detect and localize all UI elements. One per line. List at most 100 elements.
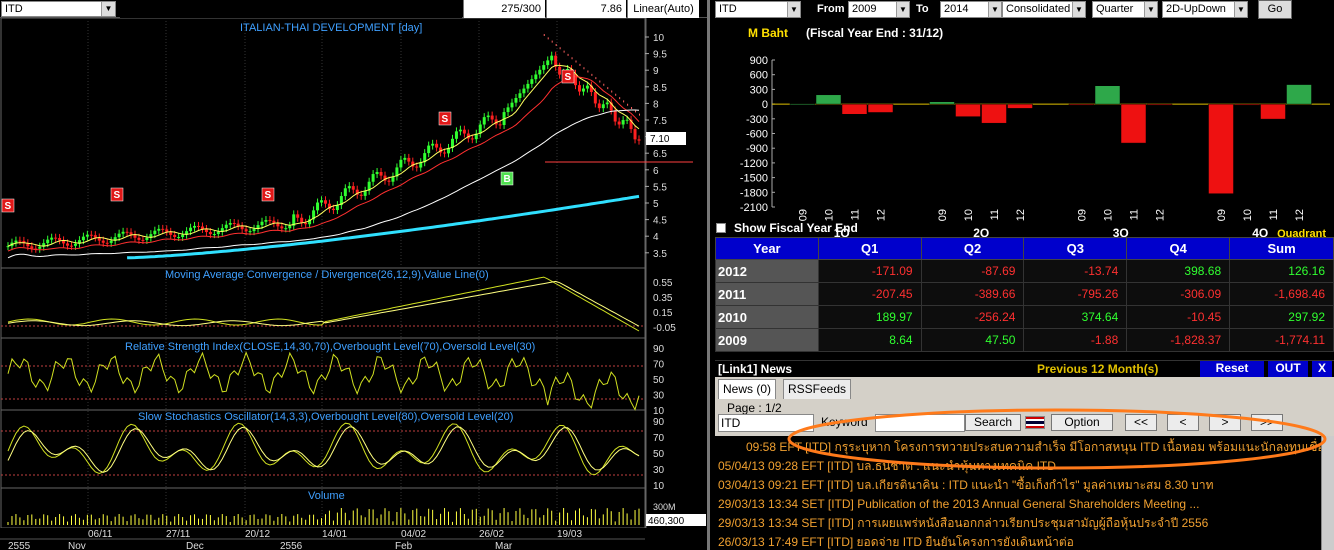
quarter-group-label: 3Q — [1113, 226, 1129, 237]
candle-body — [288, 225, 292, 229]
go-button[interactable]: Go — [1258, 0, 1292, 19]
profit-bar — [1208, 103, 1234, 194]
date-tick-label: 04/02 — [401, 529, 426, 540]
candle-body — [157, 228, 161, 231]
tab-news[interactable]: News (0) — [718, 379, 777, 399]
candle-body — [633, 129, 637, 140]
reset-button[interactable]: Reset — [1200, 361, 1264, 377]
candle-body — [50, 237, 54, 240]
x-tick-label: 10 — [963, 209, 975, 221]
date-tick-label: 27/11 — [166, 529, 191, 540]
candle-body — [316, 202, 320, 211]
macd-tick-label: 0.35 — [653, 293, 673, 304]
y-tick-label: 0 — [762, 99, 768, 111]
col-sum[interactable]: Sum — [1229, 237, 1334, 260]
table-header-row: Year Q1 Q2 Q3 Q4 Sum — [715, 237, 1334, 260]
highlight-ellipse — [787, 408, 1327, 470]
candle-body — [514, 97, 518, 103]
list-item[interactable]: 26/03/13 17:49 EFT [ITD] ยอดจ่าย ITD ยืน… — [718, 533, 1321, 550]
x-tick-label: 11 — [1129, 209, 1141, 220]
chevron-down-icon[interactable]: ▼ — [1234, 2, 1247, 17]
chart-toolbar: ITD ▼ 275/300 7.86 Linear(Auto) — [0, 0, 707, 18]
date-tick-label: 14/01 — [322, 529, 347, 540]
technical-chart-canvas[interactable]: 109.598.587.576.565.554.543.57.10SSSSSB0… — [0, 18, 707, 550]
sum-cell: 126.16 — [1229, 259, 1334, 283]
panel-frame — [0, 18, 647, 269]
to-year-select[interactable]: 2014 ▼ — [940, 1, 1002, 18]
sell-signal-label: S — [442, 114, 449, 125]
col-q4[interactable]: Q4 — [1126, 237, 1231, 260]
price-marker-label: 7.10 — [650, 134, 670, 145]
candle-body — [14, 240, 18, 243]
candle-body — [232, 223, 236, 225]
stochastic-tick-label: 90 — [653, 417, 665, 428]
candle-body — [212, 234, 216, 236]
out-button[interactable]: OUT — [1268, 361, 1308, 377]
candle-body — [89, 234, 93, 236]
period-select[interactable]: Quarter ▼ — [1092, 1, 1158, 18]
q4-cell: -10.45 — [1126, 305, 1231, 329]
chevron-down-icon[interactable]: ▼ — [1072, 2, 1085, 17]
chart-style-select[interactable]: 2D-UpDown ▼ — [1162, 1, 1248, 18]
chevron-down-icon[interactable]: ▼ — [787, 2, 800, 17]
symbol-select[interactable]: ITD ▼ — [1, 1, 116, 17]
candle-body — [117, 233, 121, 238]
fin-symbol-select[interactable]: ITD ▼ — [715, 1, 801, 18]
chevron-down-icon[interactable]: ▼ — [896, 2, 909, 17]
candle-body — [458, 129, 462, 132]
profit-bar — [955, 103, 981, 117]
col-year[interactable]: Year — [715, 237, 819, 260]
candle-body — [617, 121, 621, 125]
profit-bar — [1234, 103, 1260, 106]
table-row[interactable]: 2012 -171.09 -87.69 -13.74 398.68 126.16 — [715, 259, 1334, 283]
candle-body — [66, 243, 70, 246]
close-button[interactable]: X — [1312, 361, 1332, 377]
list-item[interactable]: 03/04/13 09:21 EFT [ITD] บล.เกียรตินาคิน… — [718, 476, 1321, 495]
from-year-select[interactable]: 2009 ▼ — [848, 1, 910, 18]
rsi-line — [7, 351, 640, 411]
col-q3[interactable]: Q3 — [1023, 237, 1128, 260]
chevron-down-icon[interactable]: ▼ — [988, 2, 1001, 17]
candle-body — [597, 103, 601, 109]
candle-body — [193, 225, 197, 228]
statement-mode-select[interactable]: Consolidated ▼ — [1002, 1, 1086, 18]
q3-cell: 374.64 — [1023, 305, 1128, 329]
date-period-label: Dec — [186, 541, 204, 550]
tab-rssfeeds[interactable]: RSSFeeds — [783, 379, 852, 399]
date-period-label: Feb — [395, 541, 413, 550]
candle-body — [264, 220, 268, 222]
candle-body — [621, 120, 625, 125]
y-tick-label: -1800 — [740, 187, 768, 199]
list-item[interactable]: 29/03/13 13:34 SET [ITD] Publication of … — [718, 495, 1321, 514]
candle-body — [125, 231, 129, 233]
rsi-tick-label: 90 — [653, 344, 665, 355]
table-row[interactable]: 2010 189.97 -256.24 374.64 -10.45 297.92 — [715, 305, 1334, 329]
list-item[interactable]: 29/03/13 13:34 SET [ITD] การเผยแพร่หนังส… — [718, 514, 1321, 533]
year-cell: 2012 — [715, 259, 819, 283]
table-row[interactable]: 2009 8.64 47.50 -1.88 -1,828.37 -1,774.1… — [715, 328, 1334, 352]
q4-cell: -1,828.37 — [1126, 328, 1231, 352]
profit-bar — [1286, 84, 1312, 105]
sell-signal-label: S — [5, 201, 12, 212]
x-tick-label: 09 — [1216, 209, 1228, 221]
scale-mode[interactable]: Linear(Auto) — [627, 0, 699, 18]
candle-body — [161, 228, 165, 230]
candle-body — [165, 229, 169, 232]
price-tick-label: 6.5 — [653, 149, 667, 160]
news-body: Page : 1/2 ITD Keyword Search Option << … — [715, 399, 1334, 550]
table-row[interactable]: 2011 -207.45 -389.66 -795.26 -306.09 -1,… — [715, 282, 1334, 306]
chevron-down-icon[interactable]: ▼ — [101, 2, 115, 16]
col-q1[interactable]: Q1 — [817, 237, 922, 260]
candle-body — [431, 143, 435, 146]
candle-body — [85, 234, 89, 237]
candle-body — [6, 246, 10, 248]
show-fiscal-checkbox[interactable] — [716, 223, 726, 233]
col-q2[interactable]: Q2 — [920, 237, 1025, 260]
quarterly-profit-table: Year Q1 Q2 Q3 Q4 Sum 2012 -171.09 -87.69… — [715, 237, 1334, 352]
profit-bar — [929, 101, 955, 105]
q2-cell: -389.66 — [920, 282, 1025, 306]
chevron-down-icon[interactable]: ▼ — [1144, 2, 1157, 17]
candle-body — [625, 119, 629, 121]
profit-bar — [981, 103, 1007, 124]
candle-body — [510, 102, 514, 108]
